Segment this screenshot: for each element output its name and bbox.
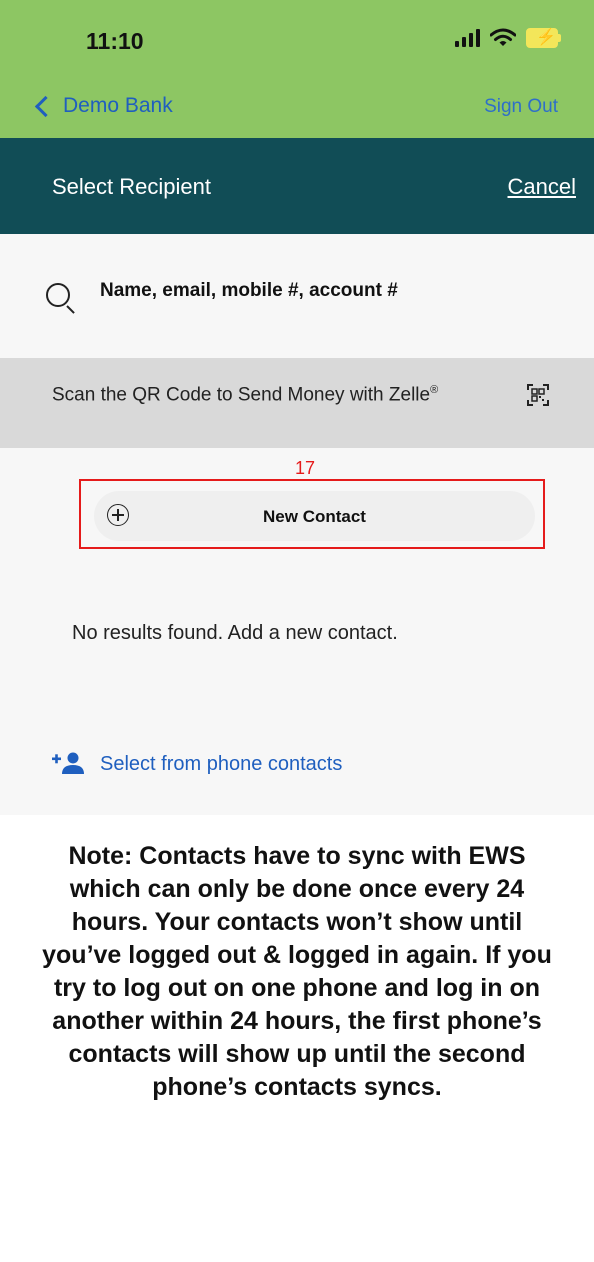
phone-screen: 11:10 ⚡ Demo Bank Sign Out Select Recipi… — [0, 0, 594, 815]
search-input[interactable] — [100, 280, 540, 302]
status-time: 11:10 — [86, 28, 144, 54]
registered-mark: ® — [430, 384, 439, 396]
new-contact-button[interactable]: New Contact — [94, 491, 535, 541]
signal-icon — [455, 29, 480, 47]
select-phone-contacts-link[interactable]: Select from phone contacts — [50, 752, 342, 776]
nav-bar: Demo Bank Sign Out — [0, 88, 594, 138]
note-text: Note: Contacts have to sync with EWS whi… — [42, 842, 552, 1101]
qr-scan-label: Scan the QR Code to Send Money with Zell… — [52, 384, 431, 406]
sign-out-link[interactable]: Sign Out — [484, 96, 558, 118]
search-icon — [46, 283, 70, 307]
select-phone-contacts-label: Select from phone contacts — [100, 752, 343, 775]
page-title: Select Recipient — [52, 174, 211, 199]
new-contact-label: New Contact — [263, 507, 366, 526]
add-person-icon — [52, 752, 84, 774]
qr-scan-text: Scan the QR Code to Send Money with Zell… — [52, 378, 492, 407]
battery-charging-icon: ⚡ — [526, 28, 561, 48]
qr-code-icon[interactable] — [527, 384, 549, 406]
annotation-number: 17 — [295, 458, 316, 478]
chevron-left-icon — [34, 95, 57, 117]
wifi-icon — [490, 28, 516, 46]
back-button[interactable]: Demo Bank — [34, 94, 173, 118]
status-bar: 11:10 ⚡ — [0, 0, 594, 88]
qr-scan-banner[interactable]: Scan the QR Code to Send Money with Zell… — [0, 358, 594, 448]
back-label: Demo Bank — [63, 94, 173, 117]
no-results-message: No results found. Add a new contact. — [72, 622, 398, 644]
page-header: Select Recipient Cancel — [0, 138, 594, 234]
status-icons: ⚡ — [455, 28, 561, 48]
cancel-link[interactable]: Cancel — [508, 174, 576, 200]
search-bar — [0, 234, 594, 358]
